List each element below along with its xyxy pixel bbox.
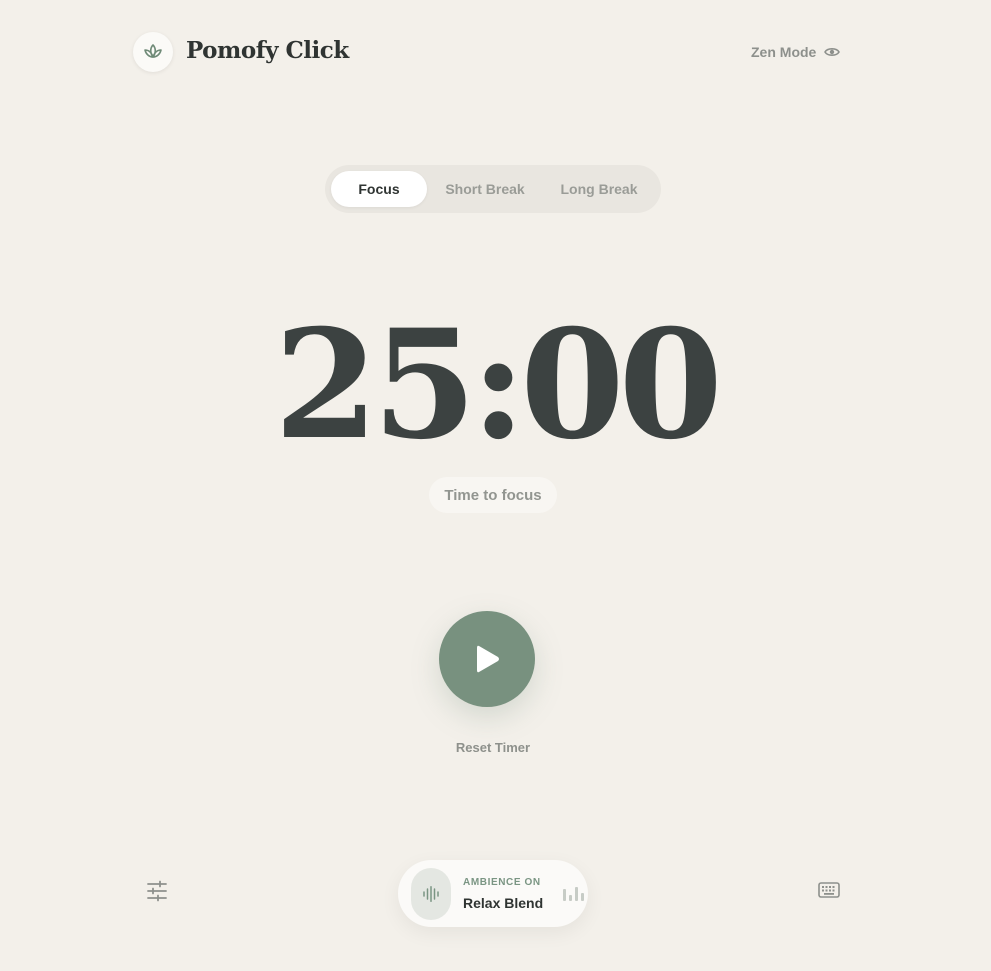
settings-button[interactable] <box>145 880 169 902</box>
ambience-icon-container <box>411 867 451 920</box>
tab-short-break[interactable]: Short Break <box>427 171 543 207</box>
logo <box>133 32 173 72</box>
play-icon <box>477 645 499 673</box>
lotus-icon <box>144 44 162 58</box>
pomodoro-app: Pomofy Click Zen Mode Focus Short Break … <box>0 0 991 971</box>
sliders-icon <box>147 880 167 902</box>
eye-icon <box>824 48 841 56</box>
mode-tabs: Focus Short Break Long Break <box>325 165 661 213</box>
waveform-icon <box>423 885 439 902</box>
timer-status: Time to focus <box>429 477 557 513</box>
ambience-text: AMBIENCE ON Relax Blend <box>463 877 543 911</box>
keyboard-shortcuts-button[interactable] <box>818 881 840 899</box>
app-title: Pomofy Click <box>186 37 349 64</box>
ambience-name: Relax Blend <box>463 894 544 911</box>
zen-mode-label: Zen Mode <box>751 44 817 60</box>
zen-mode-toggle[interactable]: Zen Mode <box>751 42 841 62</box>
tab-focus[interactable]: Focus <box>331 171 427 207</box>
keyboard-icon <box>818 882 840 898</box>
play-button[interactable] <box>439 611 535 707</box>
equalizer-icon <box>563 886 585 901</box>
timer-display: 25:00 <box>274 297 723 473</box>
ambience-player[interactable]: AMBIENCE ON Relax Blend <box>398 860 588 927</box>
tab-long-break[interactable]: Long Break <box>543 171 655 207</box>
ambience-status: AMBIENCE ON <box>463 876 541 888</box>
reset-timer-button[interactable]: Reset Timer <box>0 740 986 755</box>
